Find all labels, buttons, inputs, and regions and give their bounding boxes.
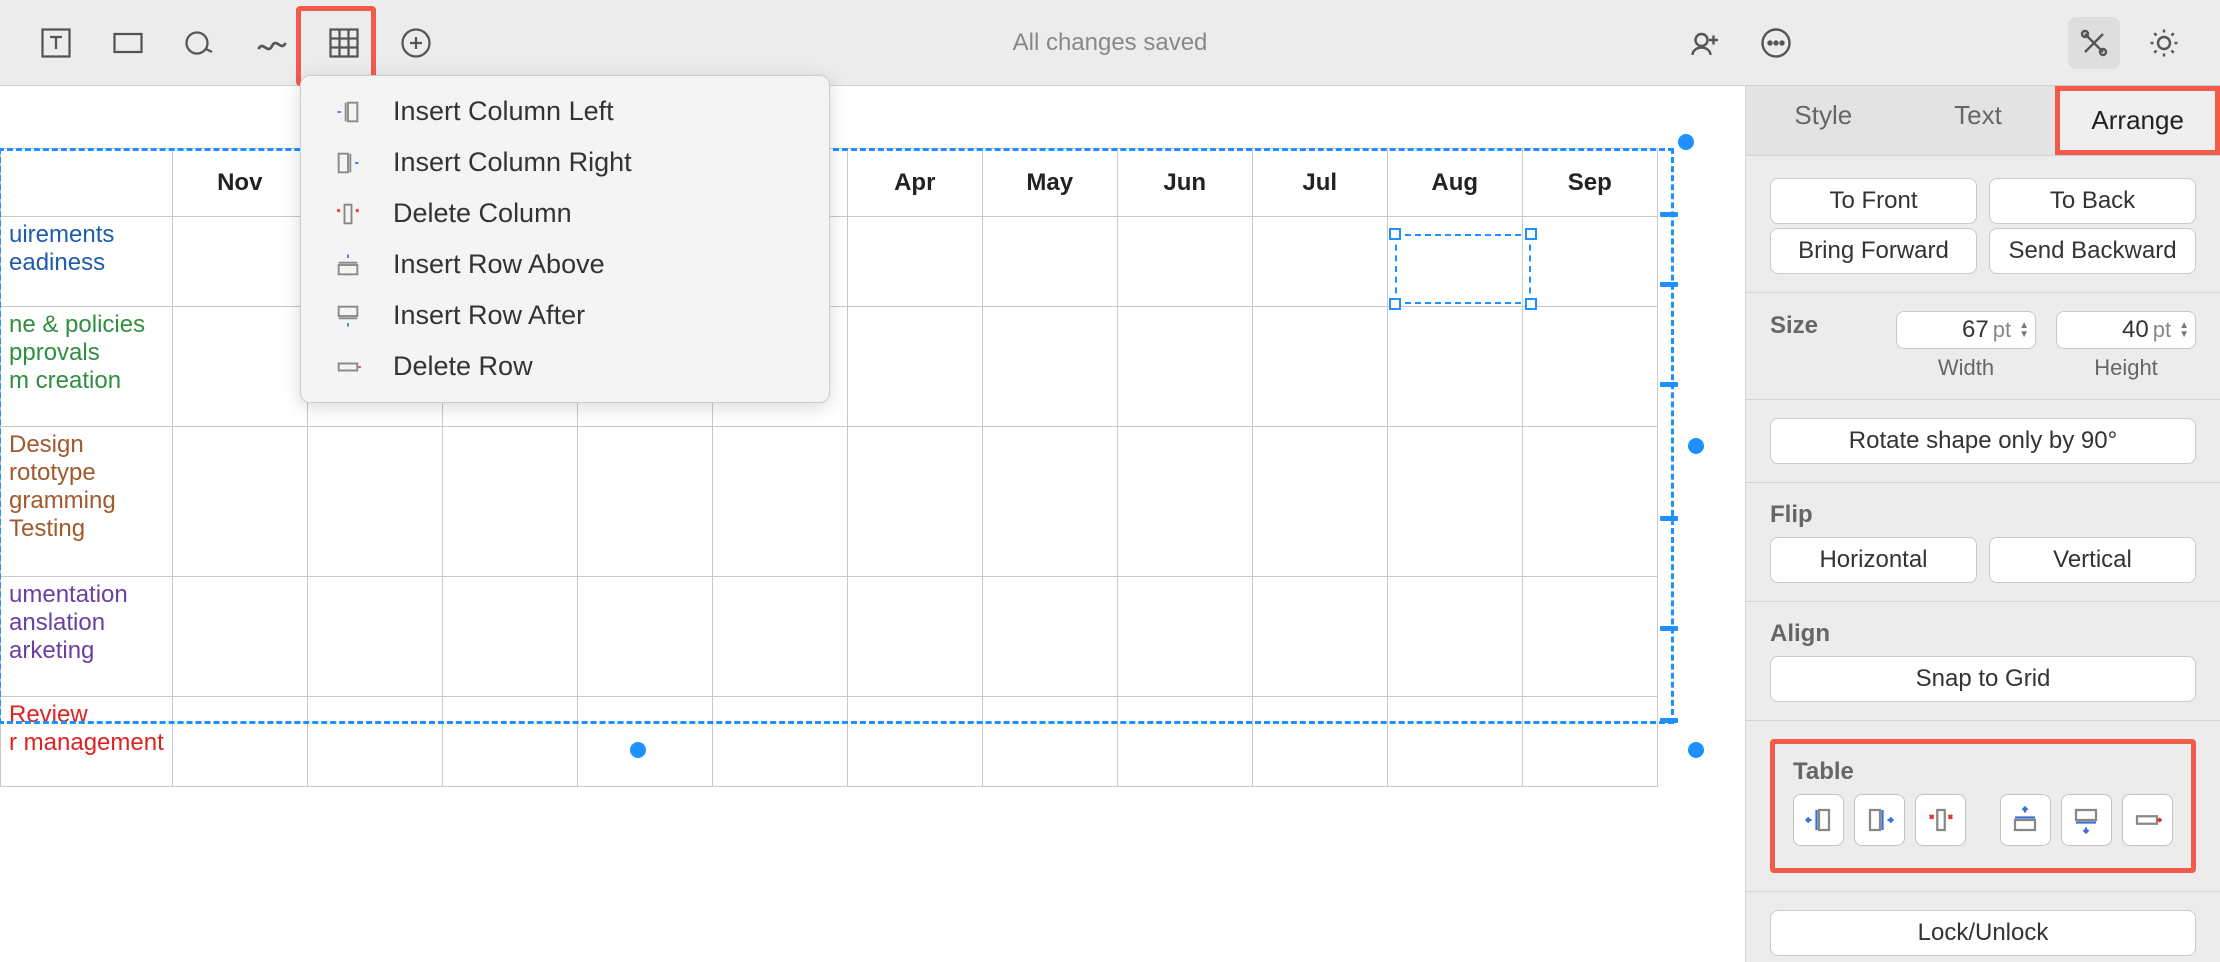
table-context-menu: Insert Column Left Insert Column Right Del… — [300, 75, 830, 403]
flip-section: Flip Horizontal Vertical — [1746, 483, 2220, 602]
ctx-icon — [329, 200, 367, 228]
align-title: Align — [1770, 620, 2196, 648]
lock-section: Lock/Unlock — [1746, 891, 2220, 962]
ctx-insert-row-after[interactable]: Insert Row After — [301, 290, 829, 341]
row-resize-handle[interactable] — [1660, 382, 1678, 387]
highlight-table-section: Table — [1770, 739, 2196, 873]
insert-col-left-icon[interactable] — [1793, 794, 1844, 846]
ctx-label: Insert Column Left — [393, 96, 614, 127]
table-section: Table — [1746, 721, 2220, 891]
ctx-label: Insert Column Right — [393, 147, 632, 178]
row-resize-handle[interactable] — [1660, 282, 1678, 287]
send-backward-button[interactable]: Send Backward — [1989, 228, 2196, 274]
ctx-delete-row[interactable]: Delete Row — [301, 341, 829, 392]
lock-unlock-button[interactable]: Lock/Unlock — [1770, 910, 2196, 956]
size-section: Size 67 pt ▲▼ 40 pt ▲▼ Width Height — [1746, 293, 2220, 400]
width-label: Width — [1896, 355, 2036, 381]
width-input[interactable]: 67 pt ▲▼ — [1896, 311, 2036, 349]
insert-col-right-icon[interactable] — [1854, 794, 1905, 846]
row-resize-handle[interactable] — [1660, 516, 1678, 521]
height-unit: pt — [2153, 317, 2171, 343]
ctx-insert-row-above[interactable]: Insert Row Above — [301, 239, 829, 290]
ctx-label: Delete Column — [393, 198, 572, 229]
text-frame-tool[interactable] — [30, 17, 82, 69]
inspector-panel: Style Text Arrange To Front To Back Brin… — [1745, 86, 2220, 962]
cell-handle-bl[interactable] — [1389, 298, 1401, 310]
order-section: To Front To Back Bring Forward Send Back… — [1746, 156, 2220, 293]
tab-text[interactable]: Text — [1901, 86, 2056, 155]
insert-row-above-icon[interactable] — [2000, 794, 2051, 846]
height-input[interactable]: 40 pt ▲▼ — [2056, 311, 2196, 349]
delete-col-icon[interactable] — [1915, 794, 1966, 846]
ctx-delete-column[interactable]: Delete Column — [301, 188, 829, 239]
canvas-area[interactable]: NovAprMayJunJulAugSepuirements eadinessn… — [0, 86, 1745, 962]
rectangle-tool[interactable] — [102, 17, 154, 69]
ctx-insert-column-left[interactable]: Insert Column Left — [301, 86, 829, 137]
to-front-button[interactable]: To Front — [1770, 178, 1977, 224]
flip-horizontal-button[interactable]: Horizontal — [1770, 537, 1977, 583]
ctx-icon — [329, 302, 367, 330]
ctx-label: Insert Row Above — [393, 249, 605, 280]
flip-vertical-button[interactable]: Vertical — [1989, 537, 2196, 583]
row-resize-handle[interactable] — [1660, 718, 1678, 723]
table-tool[interactable] — [318, 17, 370, 69]
ctx-icon — [329, 251, 367, 279]
to-back-button[interactable]: To Back — [1989, 178, 2196, 224]
align-section: Align Snap to Grid — [1746, 602, 2220, 721]
ctx-label: Insert Row After — [393, 300, 585, 331]
rotate-button[interactable]: Rotate shape only by 90° — [1770, 418, 2196, 464]
rotate-section: Rotate shape only by 90° — [1746, 400, 2220, 483]
ellipse-tool[interactable] — [174, 17, 226, 69]
share-icon[interactable] — [1680, 17, 1732, 69]
tab-style[interactable]: Style — [1746, 86, 1901, 155]
cell-selection — [1395, 234, 1531, 304]
ctx-icon — [329, 353, 367, 381]
selection-handle-bottom-right[interactable] — [1688, 742, 1704, 758]
freehand-tool[interactable] — [246, 17, 298, 69]
snap-to-grid-button[interactable]: Snap to Grid — [1770, 656, 2196, 702]
height-value: 40 — [2122, 316, 2149, 344]
add-tool[interactable] — [390, 17, 442, 69]
top-toolbar: All changes saved — [0, 0, 2220, 86]
brightness-icon[interactable] — [2138, 17, 2190, 69]
row-resize-handle[interactable] — [1660, 212, 1678, 217]
cell-handle-tr[interactable] — [1525, 228, 1537, 240]
bring-forward-button[interactable]: Bring Forward — [1770, 228, 1977, 274]
ctx-label: Delete Row — [393, 351, 533, 382]
width-value: 67 — [1962, 316, 1989, 344]
ctx-icon — [329, 149, 367, 177]
height-stepper[interactable]: ▲▼ — [2179, 321, 2189, 339]
flip-title: Flip — [1770, 501, 2196, 529]
ctx-insert-column-right[interactable]: Insert Column Right — [301, 137, 829, 188]
cell-handle-tl[interactable] — [1389, 228, 1401, 240]
design-panel-toggle[interactable] — [2068, 17, 2120, 69]
selection-handle-bottom-mid[interactable] — [630, 742, 646, 758]
table-title: Table — [1793, 758, 2173, 786]
ctx-icon — [329, 98, 367, 126]
more-icon[interactable] — [1750, 17, 1802, 69]
tab-arrange[interactable]: Arrange — [2055, 86, 2220, 155]
size-title: Size — [1770, 312, 1896, 340]
inspector-tabs: Style Text Arrange — [1746, 86, 2220, 156]
cell-handle-br[interactable] — [1525, 298, 1537, 310]
save-status: All changes saved — [1013, 29, 1208, 57]
row-resize-handle[interactable] — [1660, 626, 1678, 631]
height-label: Height — [2056, 355, 2196, 381]
width-unit: pt — [1993, 317, 2011, 343]
delete-row-icon[interactable] — [2122, 794, 2173, 846]
insert-row-below-icon[interactable] — [2061, 794, 2112, 846]
selection-handle-top[interactable] — [1678, 134, 1694, 150]
selection-handle-mid[interactable] — [1688, 438, 1704, 454]
width-stepper[interactable]: ▲▼ — [2019, 321, 2029, 339]
